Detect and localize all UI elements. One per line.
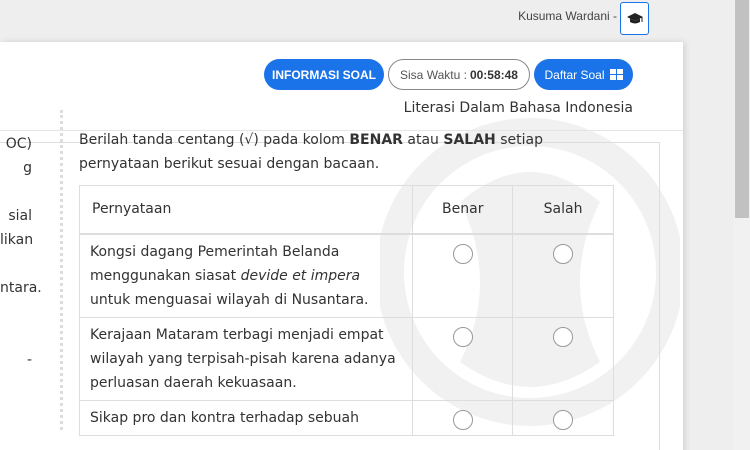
question-list-button[interactable]: Daftar Soal	[534, 59, 633, 90]
instruction-text: Berilah tanda centang (√) pada kolom	[79, 132, 350, 148]
statement-cell: Kerajaan Mataram terbagi menjadi empat w…	[78, 316, 414, 401]
scrollbar[interactable]	[734, 0, 750, 450]
grid-icon	[609, 69, 623, 80]
question-info-button[interactable]: INFORMASI SOAL	[264, 59, 384, 90]
column-divider	[60, 110, 63, 430]
graduation-cap-icon	[626, 12, 643, 23]
top-bar: Kusuma Wardani -	[0, 0, 750, 42]
statement-text: Sikap pro dan kontra terhadap sebuah	[90, 409, 360, 426]
radio-false-2[interactable]	[553, 326, 574, 347]
true-cell	[412, 399, 514, 436]
passage-line: ntara.	[0, 280, 42, 296]
user-name: Kusuma Wardani -	[518, 9, 617, 23]
table-row: Kerajaan Mataram terbagi menjadi empat w…	[78, 316, 614, 401]
passage-line: sial	[8, 208, 32, 224]
radio-true-3[interactable]	[452, 409, 473, 430]
statement-text: untuk menguasai wilayah di Nusantara.	[90, 291, 369, 308]
instruction-salah: SALAH	[443, 132, 496, 148]
subject-title: Literasi Dalam Bahasa Indonesia	[403, 100, 633, 116]
true-cell	[412, 316, 514, 401]
true-cell	[412, 233, 514, 318]
passage-line: g	[23, 160, 32, 176]
answer-table: Pernyataan Benar Salah Kongsi dagang Pem…	[78, 185, 614, 436]
radio-false-3[interactable]	[553, 409, 574, 430]
false-cell	[512, 233, 614, 318]
table-row: Kongsi dagang Pemerintah Belanda menggun…	[78, 233, 614, 318]
timer-label: Sisa Waktu :	[400, 67, 467, 82]
table-row: Sikap pro dan kontra terhadap sebuah	[78, 399, 614, 436]
statement-emphasis: devide et impera	[240, 267, 361, 284]
column-header-true: Benar	[412, 185, 514, 235]
statement-cell: Kongsi dagang Pemerintah Belanda menggun…	[78, 233, 414, 318]
radio-true-1[interactable]	[452, 243, 473, 264]
profile-button[interactable]	[620, 2, 649, 35]
passage-line	[0, 180, 60, 204]
scrollbar-thumb[interactable]	[735, 0, 749, 218]
instruction-text: atau	[402, 132, 444, 148]
question-instruction: Berilah tanda centang (√) pada kolom BEN…	[79, 128, 559, 176]
timer-value: 00:58:48	[469, 67, 518, 82]
column-header-statement: Pernyataan	[78, 185, 414, 235]
passage-line	[0, 252, 60, 276]
radio-false-1[interactable]	[553, 243, 574, 264]
statement-cell: Sikap pro dan kontra terhadap sebuah	[78, 399, 414, 436]
reading-passage-fragment: OC) g sial likan ntara. -	[0, 132, 60, 372]
false-cell	[512, 316, 614, 401]
statement-text: Kerajaan Mataram terbagi menjadi empat w…	[90, 326, 396, 391]
false-cell	[512, 399, 614, 436]
remaining-time: Sisa Waktu : 00:58:48	[388, 59, 530, 90]
passage-line: OC)	[5, 136, 32, 152]
column-header-false: Salah	[512, 185, 614, 235]
passage-line: -	[26, 352, 32, 368]
radio-true-2[interactable]	[452, 326, 473, 347]
passage-line	[0, 324, 60, 348]
instruction-benar: BENAR	[349, 132, 403, 148]
passage-line: likan	[0, 232, 34, 248]
table-header-row: Pernyataan Benar Salah	[78, 185, 614, 235]
question-list-label: Daftar Soal	[544, 67, 605, 82]
passage-line	[0, 300, 60, 324]
